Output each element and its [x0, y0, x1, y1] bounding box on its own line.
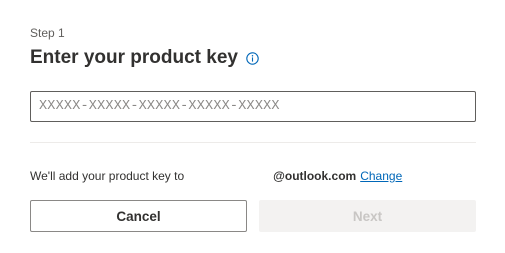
- page-title: Enter your product key: [30, 47, 238, 68]
- title-row: Enter your product key: [30, 46, 476, 70]
- next-button[interactable]: Next: [259, 200, 476, 232]
- step-label: Step 1: [30, 26, 65, 40]
- change-account-link[interactable]: Change: [360, 168, 402, 184]
- info-icon[interactable]: [246, 51, 259, 65]
- divider: [30, 142, 476, 143]
- cancel-button[interactable]: Cancel: [30, 200, 247, 232]
- product-key-input[interactable]: [30, 91, 476, 122]
- product-key-dialog: Step 1 Enter your product key We'll add …: [30, 26, 476, 232]
- account-email: @outlook.com: [273, 169, 357, 183]
- account-row: We'll add your product key to @outlook.c…: [30, 168, 476, 184]
- action-buttons: Cancel Next: [30, 200, 476, 232]
- account-prefix-text: We'll add your product key to: [30, 169, 185, 183]
